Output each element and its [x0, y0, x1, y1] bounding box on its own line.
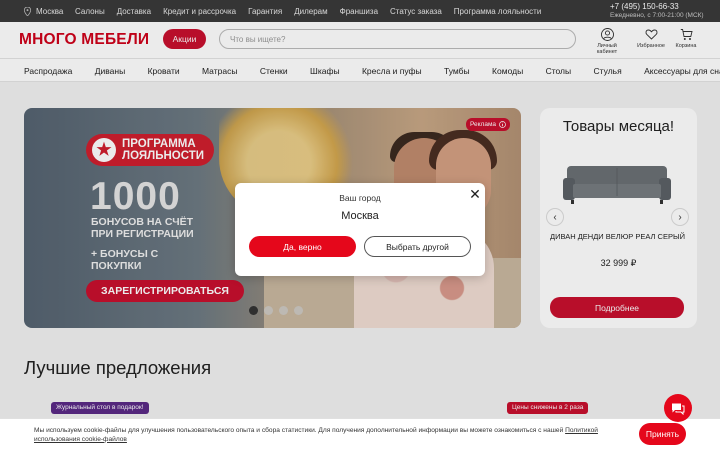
close-icon[interactable]: ✕ — [468, 187, 482, 201]
cookie-banner: Мы используем cookie-файлы для улучшения… — [0, 418, 720, 450]
accept-cookies-button[interactable]: Принять — [639, 423, 686, 445]
confirm-city-button[interactable]: Да, верно — [249, 236, 356, 257]
chat-icon — [672, 403, 685, 415]
cookie-text: Мы используем cookie-файлы для улучшения… — [34, 427, 619, 444]
chat-button[interactable] — [664, 394, 692, 422]
modal-label: Ваш город — [339, 193, 381, 203]
modal-city: Москва — [341, 210, 379, 222]
city-confirm-modal: Ваш город Москва ✕ Да, верно Выбрать дру… — [235, 183, 485, 276]
cookie-message: Мы используем cookie-файлы для улучшения… — [34, 427, 564, 434]
choose-other-city-button[interactable]: Выбрать другой — [364, 236, 471, 257]
